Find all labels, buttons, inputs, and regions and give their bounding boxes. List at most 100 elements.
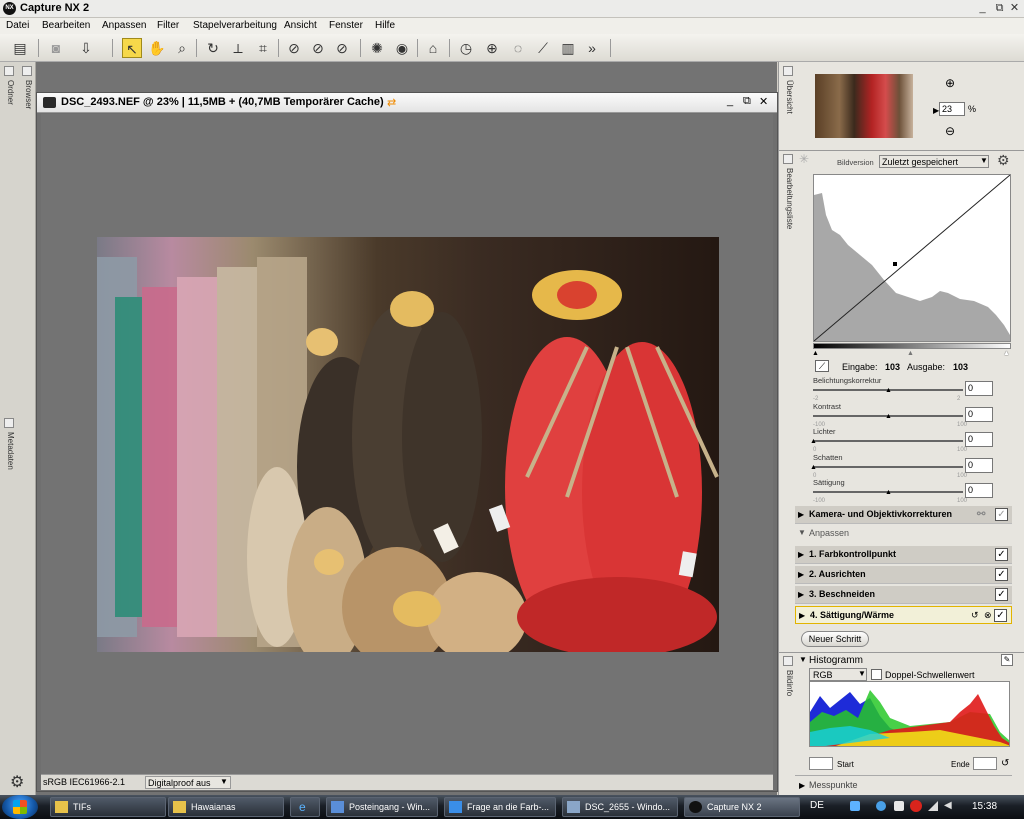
- levels-curves-graph[interactable]: [813, 174, 1011, 342]
- menu-datei[interactable]: Datei: [6, 20, 29, 31]
- step-checkbox[interactable]: ✓: [994, 609, 1007, 622]
- gradient-icon[interactable]: ▥: [558, 38, 578, 58]
- start-button[interactable]: [2, 795, 38, 819]
- rotate-icon[interactable]: ↻: [203, 38, 223, 58]
- menu-bearbeiten[interactable]: Bearbeiten: [42, 20, 90, 31]
- taskbar-item[interactable]: TIFs: [50, 797, 166, 817]
- brush-icon[interactable]: ⟋: [533, 38, 553, 58]
- taskbar-item[interactable]: DSC_2655 - Windo...: [562, 797, 678, 817]
- minimize-button[interactable]: _: [976, 2, 989, 15]
- language-indicator[interactable]: DE: [810, 800, 824, 811]
- edit-list-panel-label[interactable]: Bearbeitungsliste: [785, 168, 794, 229]
- step-checkbox[interactable]: ✓: [995, 588, 1008, 601]
- menu-ansicht[interactable]: Ansicht: [284, 20, 317, 31]
- red-eye-lasso-icon[interactable]: ⊘: [332, 38, 352, 58]
- image-canvas[interactable]: [41, 114, 773, 774]
- metadata-panel-label[interactable]: Metadaten: [6, 432, 15, 470]
- tray-icon[interactable]: [894, 801, 904, 811]
- step-checkbox[interactable]: ✓: [995, 548, 1008, 561]
- step-row[interactable]: ▶ 2. Ausrichten ✓: [795, 566, 1012, 584]
- clock[interactable]: 15:38: [972, 801, 997, 812]
- panel-toggle-icon[interactable]: [4, 66, 14, 76]
- folder-panel-label[interactable]: Ordner: [6, 80, 15, 105]
- proof-dropdown[interactable]: Digitalproof aus ▼: [145, 776, 231, 789]
- slider-track[interactable]: [813, 440, 963, 442]
- red-eye-brush-icon[interactable]: ⊘: [308, 38, 328, 58]
- color-point-icon[interactable]: ⊕: [482, 38, 502, 58]
- auto-contrast-icon[interactable]: ⟋: [815, 360, 829, 372]
- panel-toggle-icon[interactable]: [22, 66, 32, 76]
- zoom-icon[interactable]: ⌕: [172, 38, 192, 58]
- camera-lens-corrections-row[interactable]: ▶ Kamera- und Objektivkorrekturen ⚯ ✓: [795, 506, 1012, 524]
- start-input[interactable]: [809, 757, 833, 770]
- menu-hilfe[interactable]: Hilfe: [375, 20, 395, 31]
- slider-value-input[interactable]: 0: [965, 483, 993, 498]
- overview-panel-label[interactable]: Übersicht: [785, 80, 794, 114]
- network-signal-icon[interactable]: [928, 801, 938, 811]
- doc-close-button[interactable]: ✕: [759, 95, 768, 108]
- reset-icon[interactable]: ↺: [1001, 758, 1009, 769]
- slider-value-input[interactable]: 0: [965, 407, 993, 422]
- lasso-icon[interactable]: ◌: [508, 38, 528, 58]
- reset-icon[interactable]: ↺: [971, 607, 979, 624]
- photo-flip-flops[interactable]: [97, 237, 719, 652]
- menu-stapelverarbeitung[interactable]: Stapelverarbeitung: [193, 20, 277, 31]
- gear-icon[interactable]: ⚙: [997, 152, 1010, 169]
- tray-icon[interactable]: [850, 801, 860, 811]
- image-window-title-bar[interactable]: DSC_2493.NEF @ 23% | 11,5MB + (40,7MB Te…: [37, 93, 777, 113]
- auto-retouch-icon[interactable]: ✺: [367, 38, 387, 58]
- eyedropper-icon[interactable]: ✎: [1001, 654, 1013, 666]
- quick-fix-icon[interactable]: ◉: [392, 38, 412, 58]
- taskbar-item[interactable]: Hawaianas: [168, 797, 284, 817]
- slider-value-input[interactable]: 0: [965, 432, 993, 447]
- panel-toggle-icon[interactable]: [783, 154, 793, 164]
- menu-filter[interactable]: Filter: [157, 20, 179, 31]
- collapse-arrow-icon[interactable]: ▼: [799, 655, 807, 664]
- menu-anpassen[interactable]: Anpassen: [102, 20, 146, 31]
- panel-toggle-icon[interactable]: [4, 418, 14, 428]
- slider-track[interactable]: [813, 466, 963, 468]
- volume-icon[interactable]: ◀: [944, 801, 954, 811]
- crop-icon[interactable]: ⌗: [253, 38, 273, 58]
- doc-minimize-button[interactable]: _: [727, 95, 733, 107]
- straighten-icon[interactable]: ⟂: [228, 38, 248, 58]
- slider-thumb[interactable]: ▲: [885, 413, 892, 420]
- slider-thumb[interactable]: ▲: [885, 489, 892, 496]
- export-icon[interactable]: ⇩: [76, 38, 96, 58]
- view-mode-icon[interactable]: ▤: [10, 38, 30, 58]
- select-arrow-icon[interactable]: ↖: [122, 38, 142, 58]
- security-icon[interactable]: [910, 800, 922, 812]
- panel-toggle-icon[interactable]: [783, 66, 793, 76]
- step-row[interactable]: ▶ 1. Farbkontrollpunkt ✓: [795, 546, 1012, 564]
- zoom-out-icon[interactable]: ⊖: [945, 124, 955, 138]
- overview-thumbnail[interactable]: [815, 74, 913, 138]
- dual-threshold-checkbox[interactable]: [871, 669, 882, 680]
- browser-panel-label[interactable]: Browser: [24, 80, 33, 109]
- slider-thumb[interactable]: ▲: [810, 464, 817, 471]
- ie-quick-launch[interactable]: e: [290, 797, 320, 817]
- bildinfo-panel-label[interactable]: Bildinfo: [785, 670, 794, 696]
- slider-thumb[interactable]: ▲: [885, 387, 892, 394]
- slider-value-input[interactable]: 0: [965, 381, 993, 396]
- new-step-button[interactable]: Neuer Schritt: [801, 631, 869, 647]
- bildversion-dropdown[interactable]: Zuletzt gespeichert ▼: [879, 155, 989, 168]
- taskbar-item[interactable]: Frage an die Farb-...: [444, 797, 556, 817]
- menu-fenster[interactable]: Fenster: [329, 20, 363, 31]
- channel-dropdown[interactable]: RGB ▼: [809, 668, 867, 681]
- step-checkbox[interactable]: ✓: [995, 568, 1008, 581]
- control-point-icon[interactable]: ◷: [456, 38, 476, 58]
- step-row[interactable]: ▶ 3. Beschneiden ✓: [795, 586, 1012, 604]
- doc-restore-button[interactable]: ⧉: [743, 95, 751, 108]
- zoom-input[interactable]: 23: [939, 102, 965, 116]
- taskbar-item-active[interactable]: Capture NX 2: [684, 797, 800, 817]
- red-eye-icon[interactable]: ⊘: [284, 38, 304, 58]
- tag-icon[interactable]: ⌂: [423, 38, 443, 58]
- camera-corrections-checkbox[interactable]: ✓: [995, 508, 1008, 521]
- slider-thumb[interactable]: ▲: [810, 438, 817, 445]
- camera-icon[interactable]: ◙: [46, 38, 66, 58]
- step-row-active[interactable]: ▶ 4. Sättigung/Wärme ↺ ⊗ ✓: [795, 606, 1012, 624]
- bluetooth-icon[interactable]: [876, 801, 886, 811]
- anpassen-header[interactable]: ▼ Anpassen: [795, 525, 1012, 541]
- delete-icon[interactable]: ⊗: [984, 607, 992, 624]
- more-icon[interactable]: »: [582, 38, 602, 58]
